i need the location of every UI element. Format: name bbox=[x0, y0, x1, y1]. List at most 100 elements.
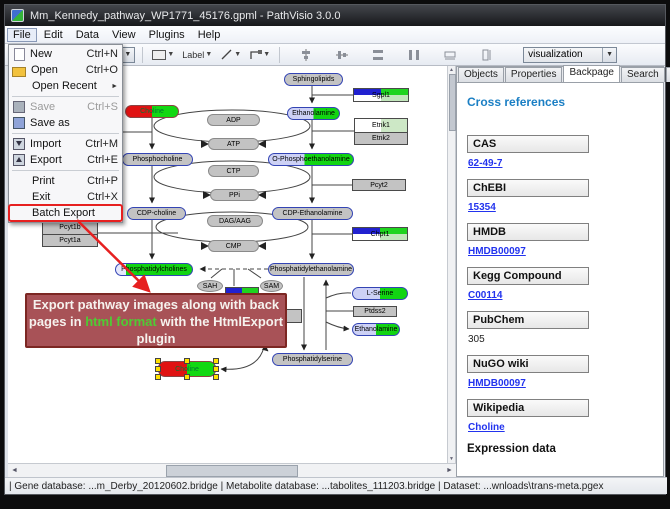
selection-handle[interactable] bbox=[184, 374, 190, 380]
canvas-horizontal-scrollbar[interactable]: ◄ ► bbox=[8, 463, 456, 477]
backpage-panel[interactable]: Cross references CAS62-49-7ChEBI15354HMD… bbox=[457, 82, 663, 476]
app-icon bbox=[11, 9, 24, 22]
selection-handle[interactable] bbox=[213, 374, 219, 380]
phosphatidylserine[interactable]: Phosphatidylserine bbox=[272, 353, 353, 366]
toolbar-separator bbox=[142, 47, 143, 63]
tab-legend[interactable]: Legend bbox=[666, 67, 670, 82]
phosphocholine[interactable]: Phosphocholine bbox=[122, 153, 193, 166]
cdp-choline[interactable]: CDP-choline bbox=[127, 207, 186, 220]
cmp[interactable]: CMP bbox=[208, 240, 259, 252]
xref-section-nugo-wiki: NuGO wikiHMDB00097 bbox=[467, 355, 663, 389]
selection-handle[interactable] bbox=[155, 374, 161, 380]
menu-help[interactable]: Help bbox=[192, 28, 227, 42]
set-common-width-button[interactable] bbox=[439, 46, 461, 64]
sah[interactable]: SAH bbox=[197, 280, 223, 292]
file-menu-item-batch-export[interactable]: Batch Export bbox=[9, 205, 122, 221]
tab-search[interactable]: Search bbox=[621, 67, 665, 82]
xref-value[interactable]: 15354 bbox=[468, 202, 663, 213]
ppi[interactable]: PPi bbox=[210, 189, 259, 201]
file-menu-item-exit[interactable]: ExitCtrl+X bbox=[9, 189, 122, 205]
file-menu-dropdown: NewCtrl+NOpenCtrl+OOpen Recent► SaveCtrl+… bbox=[8, 44, 123, 223]
xref-value[interactable]: HMDB00097 bbox=[468, 246, 663, 257]
align-vertical-center-button[interactable] bbox=[331, 46, 353, 64]
sam[interactable]: SAM bbox=[260, 280, 283, 292]
menu-plugins[interactable]: Plugins bbox=[143, 28, 191, 42]
chevron-down-icon[interactable]: ▼ bbox=[602, 48, 616, 62]
new-label-button[interactable]: Label▼ bbox=[180, 46, 214, 64]
file-menu-item-print[interactable]: PrintCtrl+P bbox=[9, 173, 122, 189]
distribute-vertical-button[interactable] bbox=[403, 46, 425, 64]
canvas-vertical-scrollbar[interactable]: ▲ ▼ bbox=[447, 66, 456, 463]
xref-value[interactable]: 62-49-7 bbox=[468, 158, 663, 169]
distribute-vertical-icon bbox=[407, 48, 421, 62]
ptdss2-genebox[interactable]: Ptdss2 bbox=[353, 306, 397, 317]
xref-value[interactable]: Choline bbox=[468, 422, 663, 433]
file-menu-item-save[interactable]: SaveCtrl+S bbox=[9, 99, 122, 115]
sgpl1-genebox[interactable]: Sgpl1 bbox=[353, 88, 409, 102]
menu-view[interactable]: View bbox=[106, 28, 142, 42]
submenu-arrow-icon: ► bbox=[111, 83, 118, 90]
scroll-left-icon[interactable]: ◄ bbox=[8, 465, 21, 477]
distribute-horizontal-button[interactable] bbox=[367, 46, 389, 64]
phosphatidylcholines[interactable]: Phosphatidylcholines bbox=[115, 263, 193, 276]
vertical-scroll-thumb[interactable] bbox=[449, 74, 456, 131]
menu-file[interactable]: File bbox=[7, 28, 37, 42]
tab-backpage[interactable]: Backpage bbox=[563, 65, 619, 82]
selection-handle[interactable] bbox=[213, 358, 219, 364]
selection-handle[interactable] bbox=[184, 358, 190, 364]
menu-data[interactable]: Data bbox=[70, 28, 105, 42]
pcyt2-genebox[interactable]: Pcyt2 bbox=[352, 179, 406, 191]
xref-value[interactable]: C00114 bbox=[468, 290, 663, 301]
blank-icon bbox=[11, 191, 27, 203]
o-phosphoethanolamine[interactable]: O-Phosphoethanolamine bbox=[268, 153, 354, 166]
scroll-right-icon[interactable]: ► bbox=[443, 465, 456, 477]
ethanolamine-top[interactable]: Ethanolamine bbox=[287, 107, 340, 120]
menu-edit[interactable]: Edit bbox=[38, 28, 69, 42]
file-menu-item-import[interactable]: ImportCtrl+M bbox=[9, 136, 122, 152]
chpt1-genebox[interactable]: Chpt1 bbox=[352, 227, 408, 241]
pcyt1-genebox-row[interactable]: Pcyt1a bbox=[43, 234, 97, 247]
new-connector-button[interactable]: ▼ bbox=[247, 46, 272, 64]
scroll-up-icon[interactable]: ▲ bbox=[448, 67, 455, 73]
xref-value[interactable]: HMDB00097 bbox=[468, 378, 663, 389]
file-menu-item-save-as[interactable]: Save as bbox=[9, 115, 122, 131]
selection-handle[interactable] bbox=[155, 358, 161, 364]
adp[interactable]: ADP bbox=[207, 114, 260, 126]
horizontal-scroll-thumb[interactable] bbox=[166, 465, 298, 477]
title-bar[interactable]: Mm_Kennedy_pathway_WP1771_45176.gpml - P… bbox=[5, 5, 665, 26]
file-menu-item-open-recent[interactable]: Open Recent► bbox=[9, 78, 122, 94]
tab-properties[interactable]: Properties bbox=[505, 67, 563, 82]
etnk-genebox-row[interactable]: Etnk1 bbox=[355, 119, 407, 132]
cdp-ethanolamine[interactable]: CDP-Ethanolamine bbox=[272, 207, 353, 220]
new-datanode-button[interactable]: ▼ bbox=[150, 46, 176, 64]
dag-aag[interactable]: DAG/AAG bbox=[207, 215, 263, 227]
selection-handle[interactable] bbox=[155, 366, 161, 372]
file-menu-item-open[interactable]: OpenCtrl+O bbox=[9, 62, 122, 78]
set-common-height-button[interactable] bbox=[475, 46, 497, 64]
line-icon bbox=[220, 48, 233, 61]
atp[interactable]: ATP bbox=[208, 138, 259, 150]
menu-separator bbox=[12, 133, 119, 134]
selection-handle[interactable] bbox=[213, 366, 219, 372]
file-menu-item-export[interactable]: ExportCtrl+E bbox=[9, 152, 122, 168]
xref-section-kegg-compound: Kegg CompoundC00114 bbox=[467, 267, 663, 301]
align-horizontal-center-button[interactable] bbox=[295, 46, 317, 64]
sphingolipids[interactable]: Sphingolipids bbox=[284, 73, 343, 86]
visualization-combobox[interactable]: visualization ▼ bbox=[523, 47, 617, 63]
new-line-button[interactable]: ▼ bbox=[218, 46, 243, 64]
menu-item-shortcut: Ctrl+E bbox=[87, 154, 118, 166]
menu-item-label: Import bbox=[30, 138, 79, 150]
choline-top[interactable]: Choline bbox=[125, 105, 179, 118]
etnk-genebox-row[interactable]: Etnk2 bbox=[355, 132, 407, 145]
scroll-down-icon[interactable]: ▼ bbox=[448, 456, 455, 462]
phosphatidylethanolamine[interactable]: Phosphatidylethanolamine bbox=[268, 263, 354, 276]
tab-objects[interactable]: Objects bbox=[458, 67, 504, 82]
file-menu-item-new[interactable]: NewCtrl+N bbox=[9, 46, 122, 62]
pcyt1-genebox[interactable]: Pcyt1bPcyt1a bbox=[42, 220, 98, 247]
l-serine[interactable]: L-Serine bbox=[352, 287, 408, 300]
ctp[interactable]: CTP bbox=[208, 165, 259, 177]
etnk-genebox[interactable]: Etnk1Etnk2 bbox=[354, 118, 408, 145]
menu-item-shortcut: Ctrl+P bbox=[87, 175, 118, 187]
menu-bar: FileEditDataViewPluginsHelp bbox=[5, 26, 665, 44]
ethanolamine-bottom[interactable]: Ethanolamine bbox=[352, 323, 400, 336]
